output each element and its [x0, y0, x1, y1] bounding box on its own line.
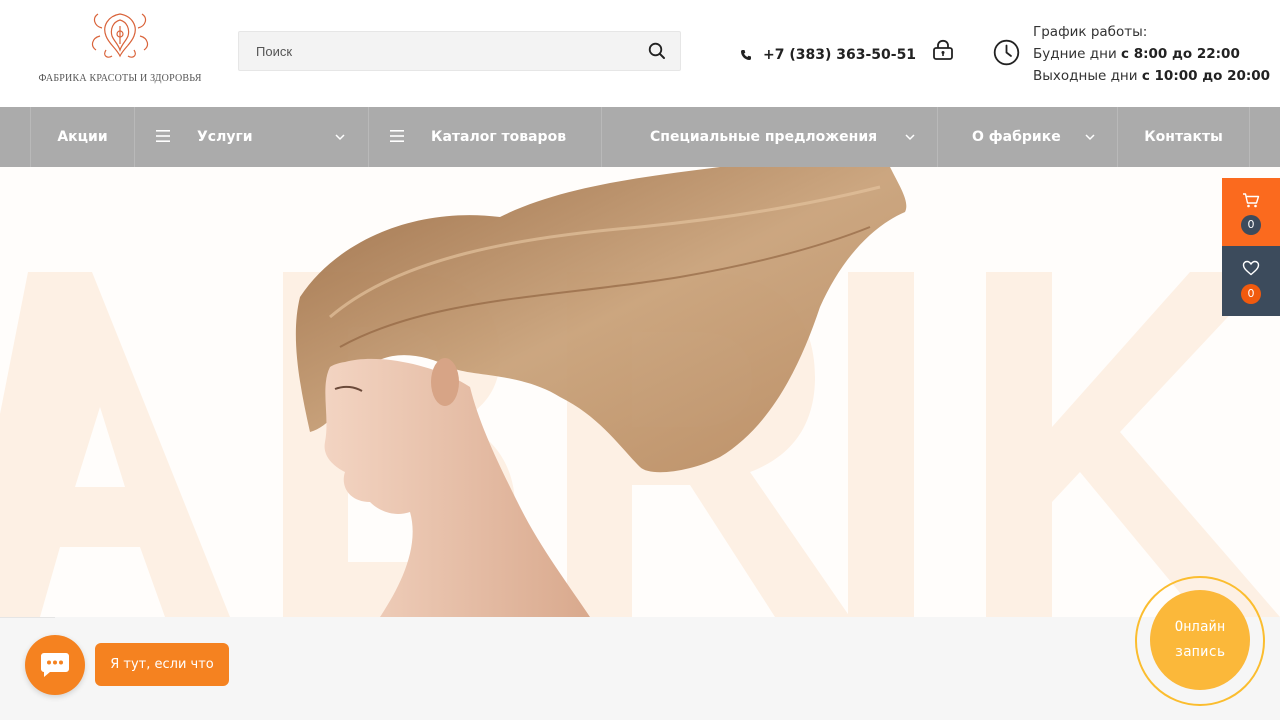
nav-item-catalog[interactable]: Каталог товаров	[368, 107, 601, 167]
weekend-time: с 10:00 до 20:00	[1141, 68, 1271, 84]
cart-count-badge: 0	[1241, 215, 1261, 235]
working-hours: График работы: Будние дни с 8:00 до 22:0…	[1033, 21, 1270, 87]
chevron-down-icon	[335, 134, 345, 141]
search-input[interactable]	[239, 32, 639, 70]
cart-icon	[1243, 193, 1260, 208]
favorites-count-badge: 0	[1241, 284, 1261, 304]
chat-tooltip[interactable]: Я тут, если что	[95, 643, 229, 686]
booking-line2: запись	[1174, 644, 1226, 660]
nav-item-label: Каталог товаров	[431, 129, 567, 145]
nav-item-label: Специальные предложения	[650, 129, 878, 145]
divider	[0, 617, 55, 618]
hero-image	[0, 167, 1280, 617]
nav-item-label: О фабрике	[972, 129, 1061, 145]
nav-item-services[interactable]: Услуги	[134, 107, 368, 167]
nav-item-contacts[interactable]: Контакты	[1117, 107, 1249, 167]
booking-line1: Онлайн	[1174, 619, 1226, 635]
nav-item-label: Услуги	[197, 129, 253, 145]
nav-item-special-offers[interactable]: Специальные предложения	[601, 107, 937, 167]
nav-divider	[1249, 107, 1250, 167]
nav-item-promotions[interactable]: Акции	[30, 107, 134, 167]
chevron-down-icon	[1085, 134, 1095, 141]
site-header: ФАБРИКА КРАСОТЫ И ЗДОРОВЬЯ +7 (383) 363-…	[0, 0, 1280, 107]
nav-item-about[interactable]: О фабрике	[937, 107, 1117, 167]
hours-weekdays: Будние дни с 8:00 до 22:00	[1033, 43, 1270, 65]
weekdays-time: с 8:00 до 22:00	[1121, 46, 1240, 62]
main-nav: Акции Услуги Каталог товаров Специальные…	[0, 107, 1280, 167]
chevron-down-icon	[905, 134, 915, 141]
chat-bubble-icon	[41, 653, 69, 677]
search-icon[interactable]	[648, 42, 666, 60]
heart-icon	[1242, 260, 1260, 276]
phone-icon	[741, 50, 751, 60]
weekend-label: Выходные дни	[1033, 68, 1138, 84]
weekdays-label: Будние дни	[1033, 46, 1117, 62]
hero-banner[interactable]	[0, 167, 1280, 617]
nav-item-label: Акции	[57, 129, 108, 145]
online-booking-button[interactable]: Онлайн запись	[1150, 590, 1250, 690]
logo-text: ФАБРИКА КРАСОТЫ И ЗДОРОВЬЯ	[38, 73, 202, 84]
clock-icon	[993, 39, 1020, 66]
hours-title: График работы:	[1033, 24, 1148, 40]
nav-item-label: Контакты	[1144, 129, 1223, 145]
favorites-button[interactable]: 0	[1222, 246, 1280, 316]
ornament-logo-icon	[91, 13, 149, 58]
phone-number[interactable]: +7 (383) 363-50-51	[763, 47, 916, 63]
phone-block[interactable]: +7 (383) 363-50-51	[740, 45, 916, 65]
chat-button[interactable]	[25, 635, 85, 695]
menu-icon	[156, 130, 170, 142]
lock-icon[interactable]	[932, 39, 954, 61]
site-logo[interactable]: ФАБРИКА КРАСОТЫ И ЗДОРОВЬЯ	[36, 10, 204, 88]
menu-icon	[390, 130, 404, 142]
cart-button[interactable]: 0	[1222, 178, 1280, 246]
hours-weekend: Выходные дни с 10:00 до 20:00	[1033, 65, 1270, 87]
search-box	[238, 31, 681, 71]
